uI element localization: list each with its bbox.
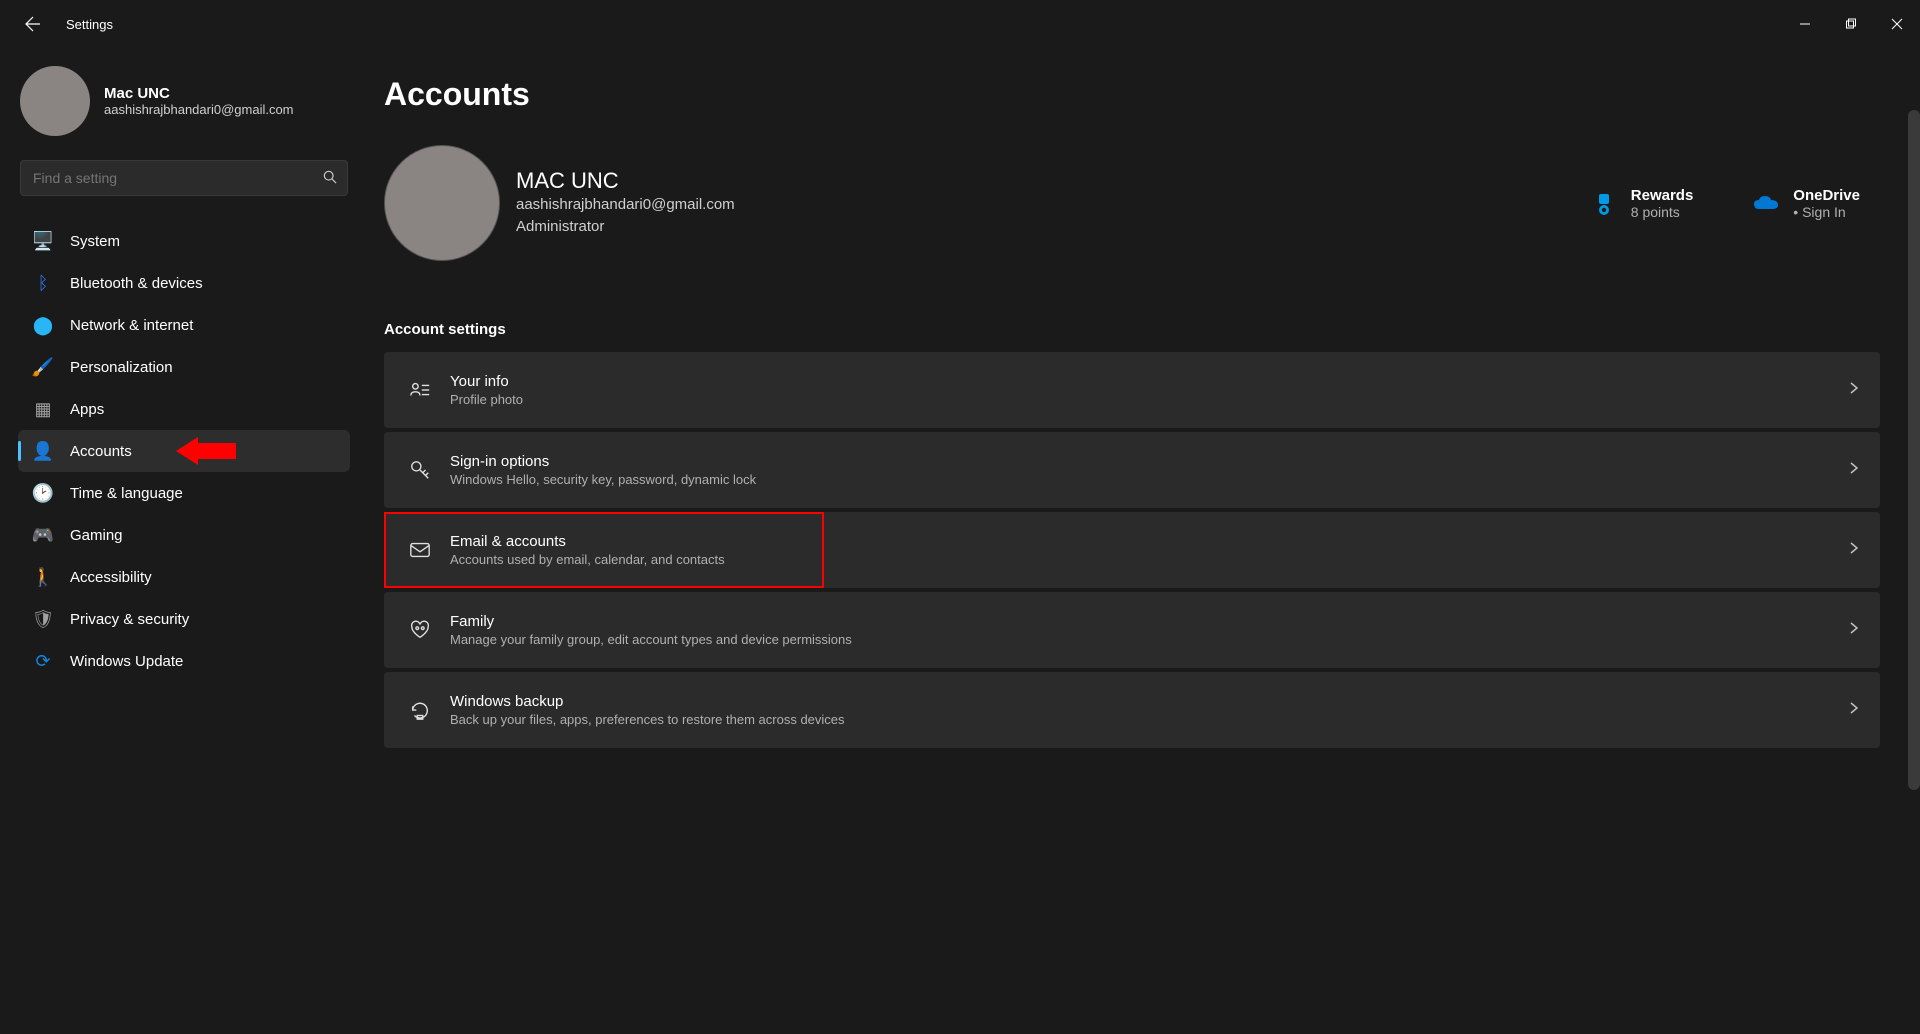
sidebar-item-privacy[interactable]: 🛡 Privacy & security bbox=[18, 598, 350, 640]
row-desc: Accounts used by email, calendar, and co… bbox=[450, 552, 725, 567]
setting-row-family[interactable]: Family Manage your family group, edit acc… bbox=[384, 592, 1880, 668]
yourinfo-icon bbox=[404, 379, 436, 401]
setting-row-yourinfo[interactable]: Your info Profile photo bbox=[384, 352, 1880, 428]
rewards-widget[interactable]: Rewards 8 points bbox=[1591, 187, 1694, 220]
sidebar-item-label: Accessibility bbox=[70, 569, 152, 586]
chevron-right-icon bbox=[1848, 541, 1860, 559]
row-desc: Windows Hello, security key, password, d… bbox=[450, 472, 756, 487]
chevron-right-icon bbox=[1848, 381, 1860, 399]
sidebar-item-accounts[interactable]: 👤 Accounts bbox=[18, 430, 350, 472]
family-icon bbox=[404, 619, 436, 641]
sidebar-item-label: Privacy & security bbox=[70, 611, 189, 628]
onedrive-icon bbox=[1753, 191, 1779, 217]
signin-icon bbox=[404, 459, 436, 481]
close-icon bbox=[1891, 18, 1903, 30]
profile-name: MAC UNC bbox=[516, 168, 735, 194]
personalization-icon: 🖌️ bbox=[32, 356, 54, 378]
time-icon: 🕑 bbox=[32, 482, 54, 504]
minimize-button[interactable] bbox=[1782, 9, 1828, 39]
window-controls bbox=[1782, 9, 1920, 39]
profile-row: MAC UNC aashishrajbhandari0@gmail.com Ad… bbox=[384, 145, 1880, 261]
main-panel: Accounts MAC UNC aashishrajbhandari0@gma… bbox=[360, 48, 1920, 1034]
avatar-large[interactable] bbox=[384, 145, 500, 261]
search-icon[interactable] bbox=[323, 170, 337, 187]
row-desc: Manage your family group, edit account t… bbox=[450, 632, 852, 647]
close-button[interactable] bbox=[1874, 9, 1920, 39]
sidebar-item-label: Network & internet bbox=[70, 317, 193, 334]
sidebar-item-gaming[interactable]: 🎮 Gaming bbox=[18, 514, 350, 556]
system-icon: 🖥️ bbox=[32, 230, 54, 252]
sidebar-item-bluetooth[interactable]: ᛒ Bluetooth & devices bbox=[18, 262, 350, 304]
sidebar: Mac UNC aashishrajbhandari0@gmail.com 🖥️… bbox=[0, 48, 360, 1034]
search-input[interactable] bbox=[33, 170, 311, 186]
app-title: Settings bbox=[66, 17, 113, 32]
sidebar-item-time[interactable]: 🕑 Time & language bbox=[18, 472, 350, 514]
chevron-right-icon bbox=[1848, 621, 1860, 639]
titlebar: Settings bbox=[0, 0, 1920, 48]
highlight-arrow bbox=[176, 439, 236, 463]
sidebar-item-system[interactable]: 🖥️ System bbox=[18, 220, 350, 262]
sidebar-item-personalization[interactable]: 🖌️ Personalization bbox=[18, 346, 350, 388]
row-title: Family bbox=[450, 613, 852, 630]
profile-role: Administrator bbox=[516, 216, 735, 239]
chevron-right-icon bbox=[1848, 701, 1860, 719]
sidebar-item-label: Time & language bbox=[70, 485, 183, 502]
accessibility-icon: 🚶 bbox=[32, 566, 54, 588]
row-desc: Back up your files, apps, preferences to… bbox=[450, 712, 845, 727]
search-box[interactable] bbox=[20, 160, 348, 196]
sidebar-item-label: Windows Update bbox=[70, 653, 183, 670]
avatar bbox=[20, 66, 90, 136]
sidebar-item-label: Accounts bbox=[70, 443, 132, 460]
sidebar-item-label: System bbox=[70, 233, 120, 250]
rewards-icon bbox=[1591, 191, 1617, 217]
backup-icon bbox=[404, 699, 436, 721]
row-title: Your info bbox=[450, 373, 523, 390]
privacy-icon: 🛡 bbox=[32, 608, 54, 630]
rewards-title: Rewards bbox=[1631, 187, 1694, 204]
minimize-icon bbox=[1799, 18, 1811, 30]
maximize-button[interactable] bbox=[1828, 9, 1874, 39]
sidebar-item-label: Personalization bbox=[70, 359, 173, 376]
onedrive-title: OneDrive bbox=[1793, 187, 1860, 204]
setting-row-signin[interactable]: Sign-in options Windows Hello, security k… bbox=[384, 432, 1880, 508]
email-icon bbox=[404, 539, 436, 561]
section-title: Account settings bbox=[384, 321, 1880, 338]
update-icon: ⟳ bbox=[32, 650, 54, 672]
back-button[interactable] bbox=[18, 9, 48, 39]
sidebar-item-label: Gaming bbox=[70, 527, 123, 544]
sidebar-item-update[interactable]: ⟳ Windows Update bbox=[18, 640, 350, 682]
sidebar-item-accessibility[interactable]: 🚶 Accessibility bbox=[18, 556, 350, 598]
profile-email: aashishrajbhandari0@gmail.com bbox=[516, 194, 735, 217]
bluetooth-icon: ᛒ bbox=[32, 272, 54, 294]
page-title: Accounts bbox=[384, 76, 1880, 113]
apps-icon: ▦ bbox=[32, 398, 54, 420]
user-name: Mac UNC bbox=[104, 85, 294, 102]
gaming-icon: 🎮 bbox=[32, 524, 54, 546]
onedrive-widget[interactable]: OneDrive • Sign In bbox=[1753, 187, 1860, 220]
sidebar-item-label: Bluetooth & devices bbox=[70, 275, 203, 292]
scrollbar[interactable] bbox=[1908, 110, 1920, 790]
back-arrow-icon bbox=[25, 16, 41, 32]
maximize-icon bbox=[1845, 18, 1857, 30]
row-desc: Profile photo bbox=[450, 392, 523, 407]
nav-list: 🖥️ System ᛒ Bluetooth & devices ⬤ Network & i… bbox=[18, 220, 350, 682]
user-block[interactable]: Mac UNC aashishrajbhandari0@gmail.com bbox=[18, 66, 350, 136]
setting-row-email[interactable]: Email & accounts Accounts used by email, … bbox=[384, 512, 1880, 588]
user-email: aashishrajbhandari0@gmail.com bbox=[104, 102, 294, 117]
rewards-sub: 8 points bbox=[1631, 204, 1694, 220]
sidebar-item-label: Apps bbox=[70, 401, 104, 418]
sidebar-item-apps[interactable]: ▦ Apps bbox=[18, 388, 350, 430]
setting-row-backup[interactable]: Windows backup Back up your files, apps, … bbox=[384, 672, 1880, 748]
chevron-right-icon bbox=[1848, 461, 1860, 479]
network-icon: ⬤ bbox=[32, 314, 54, 336]
row-title: Email & accounts bbox=[450, 533, 725, 550]
row-title: Windows backup bbox=[450, 693, 845, 710]
onedrive-sub: • Sign In bbox=[1793, 204, 1860, 220]
accounts-icon: 👤 bbox=[32, 440, 54, 462]
sidebar-item-network[interactable]: ⬤ Network & internet bbox=[18, 304, 350, 346]
row-title: Sign-in options bbox=[450, 453, 756, 470]
